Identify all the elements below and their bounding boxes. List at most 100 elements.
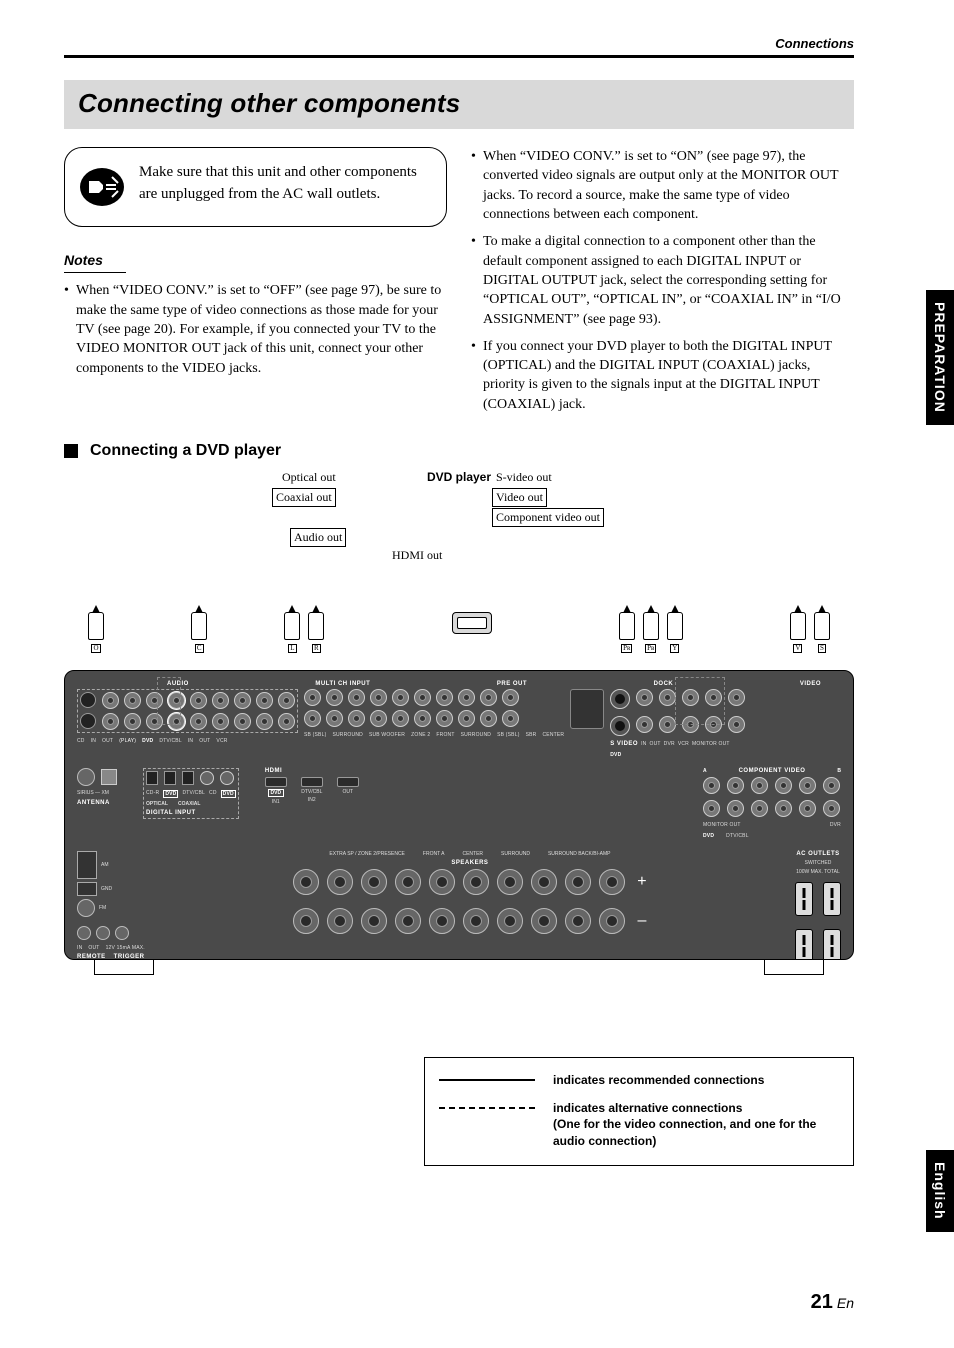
rca [326, 710, 343, 727]
title-bar: Connecting other components [64, 80, 854, 129]
page-title: Connecting other components [78, 88, 840, 119]
rca [370, 710, 387, 727]
plug-y [667, 612, 683, 640]
rca [278, 692, 295, 709]
rca [659, 689, 676, 706]
rca [392, 689, 409, 706]
page-number: 21En [811, 1291, 854, 1314]
sec-multich: MULTI CH INPUT [315, 681, 370, 687]
rca-comp [799, 800, 816, 817]
sp [565, 908, 591, 934]
rca [256, 713, 273, 730]
rca [436, 710, 453, 727]
callout-text: Make sure that this unit and other compo… [139, 162, 430, 206]
sec-preout: PRE OUT [497, 681, 527, 687]
sp [293, 869, 319, 895]
lbl-extrasp: EXTRA SP / ZONE 2/PRESENCE [329, 851, 405, 857]
note-right-3: If you connect your DVD player to both t… [471, 337, 854, 414]
lbl-front: FRONT [436, 732, 454, 738]
ac1 [795, 882, 813, 916]
foot-left [94, 959, 154, 975]
sec-ac: AC OUTLETS [796, 851, 839, 857]
rca [102, 692, 119, 709]
lbl-fronta: FRONT A [423, 851, 445, 857]
lbl-surround: SURROUND [332, 732, 363, 738]
sec-speakers: SPEAKERS [165, 860, 775, 866]
lbl-monout: MONITOR OUT [692, 741, 730, 747]
sp [497, 908, 523, 934]
sec-trigger: TRIGGER [114, 954, 145, 960]
lbl-surrback: SURROUND BACK/BI-AMP [548, 851, 611, 857]
rca [146, 692, 163, 709]
lbl-dvd: DVD [142, 738, 153, 744]
rca-comp [775, 777, 792, 794]
page-number-value: 21 [811, 1291, 833, 1313]
label-optical-out: Optical out [282, 470, 336, 485]
lbl-monout2: MONITOR OUT [703, 822, 741, 828]
lbl-hdmi-in1: IN1 [272, 799, 280, 805]
lbl-dvr-out: OUT [199, 738, 210, 744]
rca [304, 710, 321, 727]
lbl-sirius-xm: SIRIUS — XM [77, 790, 117, 796]
sec-video: VIDEO [800, 681, 821, 687]
rca [458, 710, 475, 727]
lbl-dvr2: DVR [830, 822, 841, 828]
xm-port [101, 769, 117, 785]
dock-port [570, 689, 604, 729]
rca [234, 692, 251, 709]
rca [705, 716, 722, 733]
rca-comp [751, 800, 768, 817]
rca [348, 689, 365, 706]
lbl-dvd-sv: DVD [610, 752, 621, 758]
lbl-zone2: ZONE 2 [411, 732, 430, 738]
opt-out [146, 771, 158, 785]
hdmi-in1 [265, 777, 287, 787]
rca-comp [703, 800, 720, 817]
ac3 [795, 929, 813, 960]
rca [480, 689, 497, 706]
sp [565, 869, 591, 895]
lbl-gnd: GND [101, 886, 112, 892]
svideo-jack2 [610, 716, 630, 736]
lbl-dtvcbl: DTV/CBL [159, 738, 182, 744]
rca [705, 689, 722, 706]
rca [414, 689, 431, 706]
rca-comp [727, 777, 744, 794]
box-component-out: Component video out [492, 508, 604, 527]
rca [458, 689, 475, 706]
plug-lab-c: C [195, 644, 204, 653]
box-audio-out: Audio out [290, 528, 346, 547]
plug-lab-pr: Pʀ [621, 644, 632, 653]
rca [728, 716, 745, 733]
sp [327, 869, 353, 895]
plug-audio-l [284, 612, 300, 640]
lbl-vcr: VCR [216, 738, 227, 744]
subheading-row: Connecting a DVD player [64, 442, 854, 460]
rca [502, 689, 519, 706]
connection-diagram: DVD player Optical out S-video out Coaxi… [64, 470, 854, 975]
sp [395, 908, 421, 934]
lbl-fm: FM [99, 905, 106, 911]
lbl-hdmi-in2: IN2 [308, 797, 316, 803]
sp [293, 908, 319, 934]
sp [361, 908, 387, 934]
lbl-in2: IN [641, 741, 646, 747]
legend-dashed-text: indicates alternative connections (One f… [553, 1100, 839, 1149]
plug-lab-v: V [793, 644, 802, 653]
lbl-subw: SUB WOOFER [369, 732, 405, 738]
lbl-dtvcbl2: DTV/CBL [182, 790, 205, 798]
lbl-centersp: CENTER [462, 851, 483, 857]
page-number-suffix: En [837, 1295, 854, 1311]
lbl-switched: SWITCHED [805, 860, 832, 866]
sp [531, 908, 557, 934]
rca [502, 710, 519, 727]
plug-lab-pb: Pʙ [645, 644, 656, 653]
rca [728, 689, 745, 706]
rca [278, 713, 295, 730]
phones-jack2 [80, 713, 96, 729]
rca [304, 689, 321, 706]
lbl-cd: CD [77, 738, 85, 744]
chassis-feet [64, 959, 854, 975]
rca [168, 713, 185, 730]
lbl-am: AM [101, 862, 109, 868]
